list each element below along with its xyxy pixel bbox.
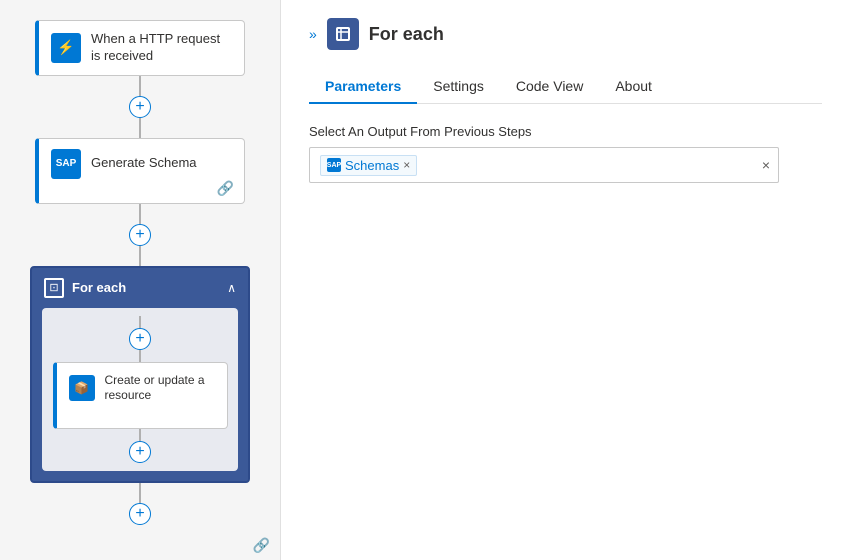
- resource-link-icon: 🔗: [253, 537, 270, 554]
- rp-header: » For each: [309, 18, 822, 50]
- foreach-header: ⊡ For each ∧: [32, 268, 248, 308]
- token-field[interactable]: SAP Schemas × ×: [309, 147, 779, 183]
- tab-parameters[interactable]: Parameters: [309, 70, 417, 104]
- v-line: [139, 204, 141, 224]
- v-line: [139, 316, 141, 328]
- right-detail-panel: » For each Parameters Settings Code View…: [280, 0, 850, 560]
- v-line: [139, 76, 141, 96]
- rp-node-title: For each: [369, 24, 444, 45]
- foreach-icon: ⊡: [44, 278, 64, 298]
- connector-1: +: [129, 76, 151, 138]
- v-line: [139, 118, 141, 138]
- http-request-node[interactable]: ⚡ When a HTTP request is received: [35, 20, 245, 76]
- create-resource-node[interactable]: 📦 Create or update a resource 🔗: [53, 362, 228, 429]
- token-label: Schemas: [345, 158, 399, 173]
- foreach-detail-icon: [335, 26, 351, 42]
- token-icon: SAP: [327, 158, 341, 172]
- add-between-1[interactable]: +: [129, 96, 151, 118]
- foreach-node-title: For each: [72, 280, 126, 295]
- add-inner-bottom[interactable]: +: [129, 441, 151, 463]
- foreach-body: + 📦 Create or update a resource 🔗 +: [42, 308, 238, 471]
- schemas-token: SAP Schemas ×: [320, 155, 417, 176]
- add-between-2[interactable]: +: [129, 224, 151, 246]
- schema-node-title: Generate Schema: [91, 155, 197, 172]
- add-after-foreach[interactable]: +: [129, 503, 151, 525]
- inner-connector-top: +: [129, 316, 151, 362]
- tab-about[interactable]: About: [599, 70, 668, 104]
- add-inner-top[interactable]: +: [129, 328, 151, 350]
- schema-link-icon: 🔗: [217, 180, 234, 197]
- http-icon: ⚡: [51, 33, 81, 63]
- tab-code-view[interactable]: Code View: [500, 70, 599, 104]
- foreach-node[interactable]: ⊡ For each ∧ + 📦 Create or update a reso…: [30, 266, 250, 483]
- resource-node-title: Create or update a resource: [105, 373, 215, 404]
- connector-2: +: [129, 204, 151, 266]
- connector-below-foreach: +: [129, 483, 151, 525]
- v-line: [139, 483, 141, 503]
- generate-schema-node[interactable]: SAP Generate Schema 🔗: [35, 138, 245, 204]
- foreach-collapse-icon[interactable]: ∧: [227, 281, 236, 295]
- v-line: [139, 350, 141, 362]
- inner-connector-bottom: +: [129, 429, 151, 463]
- field-label: Select An Output From Previous Steps: [309, 124, 822, 139]
- foreach-outer: ⊡ For each ∧ + 📦 Create or update a reso…: [0, 266, 280, 525]
- rp-node-icon: [327, 18, 359, 50]
- v-line: [139, 429, 141, 441]
- schema-icon: SAP: [51, 149, 81, 179]
- parameters-content: Select An Output From Previous Steps SAP…: [309, 124, 822, 183]
- workflow-canvas: ⚡ When a HTTP request is received + SAP …: [0, 0, 280, 560]
- http-node-title: When a HTTP request is received: [91, 31, 232, 65]
- tab-settings[interactable]: Settings: [417, 70, 500, 104]
- v-line: [139, 246, 141, 266]
- foreach-header-left: ⊡ For each: [44, 278, 126, 298]
- back-icon[interactable]: »: [309, 26, 317, 42]
- resource-icon: 📦: [69, 375, 95, 401]
- field-clear-btn[interactable]: ×: [762, 157, 770, 173]
- detail-tabs: Parameters Settings Code View About: [309, 70, 822, 104]
- token-remove-btn[interactable]: ×: [403, 159, 410, 171]
